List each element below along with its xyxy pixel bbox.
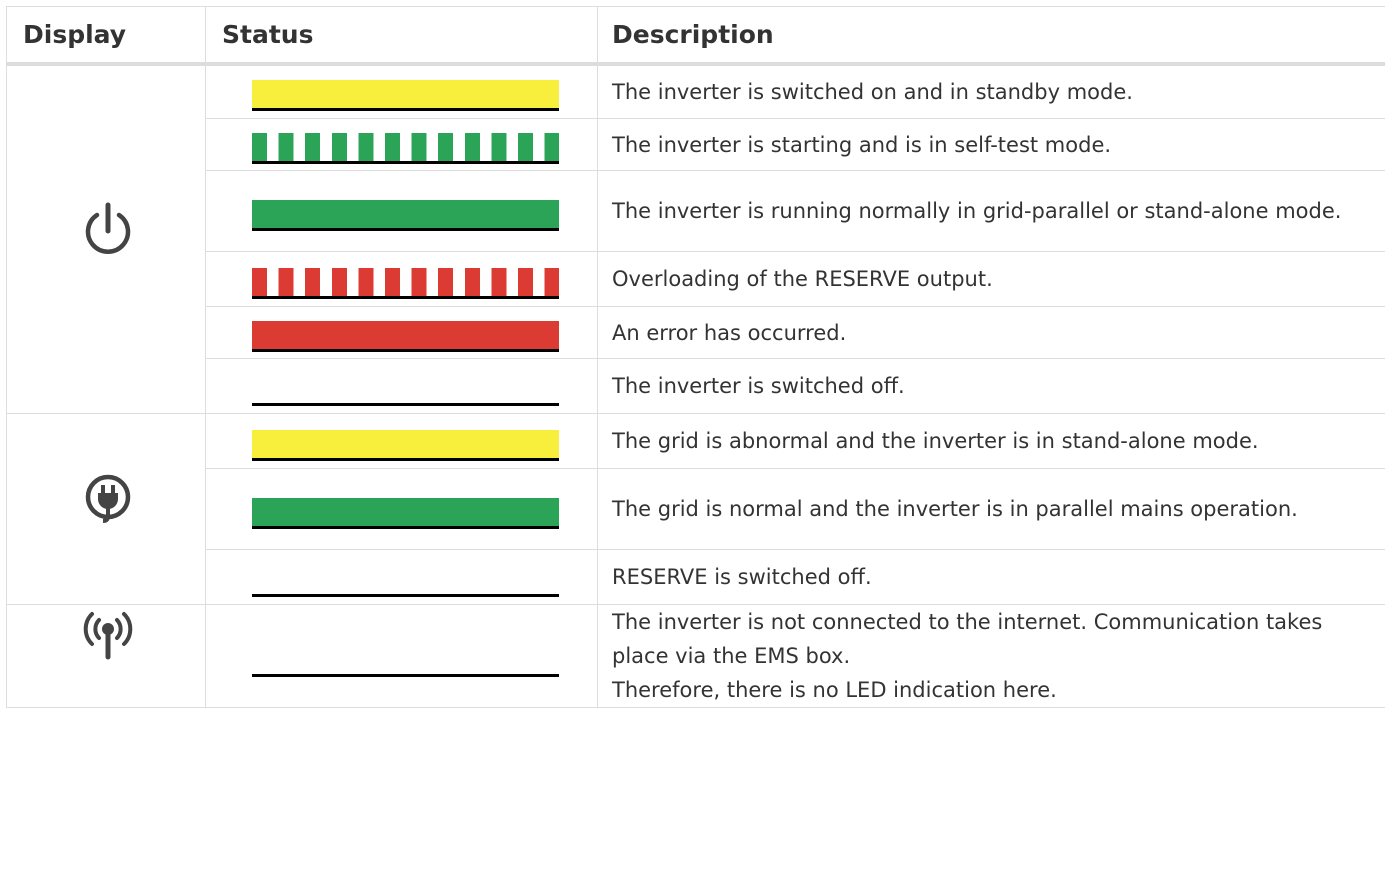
description-text: The inverter is switched off.	[612, 374, 905, 398]
description-cell: The inverter is running normally in grid…	[597, 170, 1385, 252]
description-cell: The inverter is starting and is in self-…	[597, 118, 1385, 171]
description-cell: An error has occurred.	[597, 306, 1385, 359]
led-off-off-indicator	[252, 564, 559, 597]
description-cell: The inverter is not connected to the int…	[597, 604, 1385, 708]
table-row: An error has occurred.	[7, 306, 1385, 359]
description-text: The inverter is switched on and in stand…	[612, 79, 1133, 104]
description-cell: Overloading of the RESERVE output.	[597, 251, 1385, 307]
led-fill	[252, 497, 559, 526]
led-fill	[252, 133, 559, 161]
power-icon	[85, 202, 131, 255]
led-baseline	[252, 593, 559, 597]
table-row: The grid is abnormal and the inverter is…	[6, 413, 1385, 605]
status-cell	[205, 118, 598, 171]
display-cell	[6, 413, 206, 605]
description-cell: The grid is normal and the inverter is i…	[597, 468, 1385, 550]
led-baseline	[252, 108, 559, 112]
header-display: Display	[6, 6, 206, 66]
status-cell	[205, 63, 598, 119]
description-cell: The inverter is switched off.	[597, 358, 1385, 414]
led-baseline	[252, 227, 559, 231]
status-cell	[205, 549, 598, 605]
description-text: An error has occurred.	[612, 320, 847, 345]
led-baseline	[252, 673, 559, 677]
table-row: RESERVE is switched off.	[7, 549, 1385, 605]
header-description: Description	[597, 6, 1385, 66]
led-baseline	[252, 402, 559, 406]
status-cell	[205, 170, 598, 252]
led-baseline	[252, 349, 559, 352]
antenna-icon	[83, 612, 133, 660]
led-solid-green-indicator	[252, 496, 559, 529]
table-row: The inverter is not connected to the int…	[6, 604, 1385, 708]
header-status: Status	[205, 6, 598, 66]
description-text: The inverter is starting and is in self-…	[612, 132, 1112, 157]
description-text: Therefore, there is no LED indication he…	[612, 678, 1057, 702]
led-off-off-indicator	[252, 373, 559, 406]
led-solid-green-indicator	[252, 198, 559, 231]
description-text: The inverter is not connected to the int…	[612, 610, 1323, 668]
led-blinking-green-indicator	[252, 131, 559, 164]
description-text: The grid is normal and the inverter is i…	[612, 497, 1298, 521]
power-icon	[11, 201, 205, 263]
status-cell	[205, 306, 598, 359]
led-solid-red-indicator	[252, 319, 559, 352]
display-cell	[6, 63, 206, 414]
description-text: Overloading of the RESERVE output.	[612, 267, 993, 291]
description-text: The inverter is running normally in grid…	[612, 199, 1342, 223]
led-baseline	[252, 525, 559, 529]
antenna-icon	[11, 605, 205, 667]
description-cell: The inverter is switched on and in stand…	[597, 63, 1385, 119]
led-off-off-indicator	[252, 644, 559, 677]
led-blinking-red-indicator	[252, 266, 559, 299]
description-cell: The grid is abnormal and the inverter is…	[597, 413, 1385, 469]
led-fill	[252, 429, 559, 458]
plug-icon	[11, 466, 205, 528]
led-baseline	[252, 161, 559, 164]
description-cell: RESERVE is switched off.	[597, 549, 1385, 605]
table-row: The inverter is running normally in grid…	[7, 170, 1385, 252]
table-row: The inverter is starting and is in self-…	[7, 118, 1385, 171]
description-text: The grid is abnormal and the inverter is…	[612, 429, 1259, 453]
led-fill	[252, 199, 559, 228]
led-status-table: Display Status Description The inverter …	[6, 6, 1385, 708]
display-cell	[6, 604, 206, 708]
led-fill	[252, 321, 559, 349]
header-row: Display Status Description	[6, 6, 1385, 66]
led-fill	[252, 267, 559, 296]
led-solid-yellow-indicator	[252, 428, 559, 461]
led-fill	[252, 80, 559, 109]
status-cell	[205, 251, 598, 307]
status-cell	[205, 358, 598, 414]
table-row: The grid is normal and the inverter is i…	[7, 468, 1385, 550]
status-cell	[205, 413, 598, 469]
table-row: The inverter is switched on and in stand…	[6, 63, 1385, 414]
led-baseline	[252, 457, 559, 461]
status-cell	[205, 468, 598, 550]
status-cell	[205, 604, 598, 708]
description-text: RESERVE is switched off.	[612, 565, 872, 589]
led-solid-yellow-indicator	[252, 78, 559, 112]
led-baseline	[252, 295, 559, 299]
table-row: Overloading of the RESERVE output.	[7, 251, 1385, 307]
plug-icon	[85, 474, 131, 523]
table-row: The inverter is switched off.	[7, 358, 1385, 414]
table-body: The inverter is switched on and in stand…	[6, 63, 1385, 708]
